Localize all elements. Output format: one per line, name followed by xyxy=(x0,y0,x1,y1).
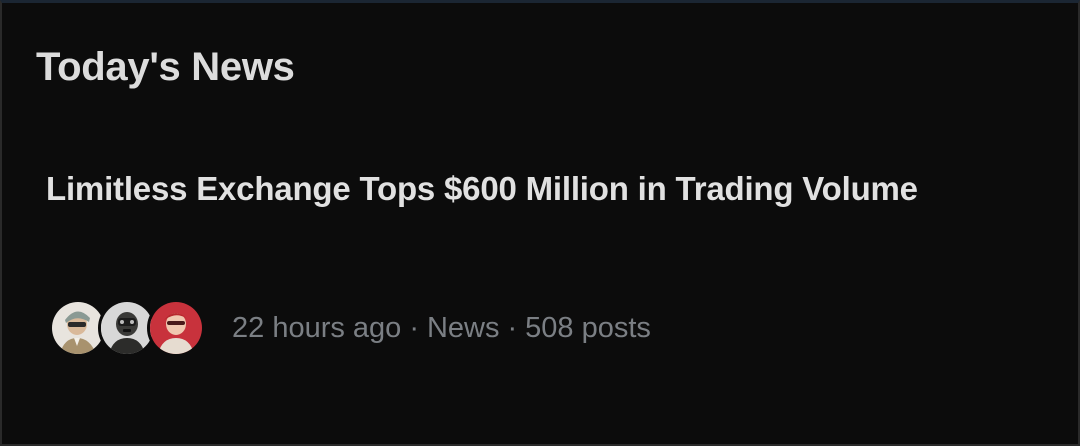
section-title: Today's News xyxy=(36,45,295,89)
story-post-count: 508 posts xyxy=(525,312,651,344)
meta-separator: · xyxy=(409,312,419,344)
avatar-stack xyxy=(49,299,205,357)
avatar xyxy=(147,299,205,357)
story-meta-text: 22 hours ago · News · 508 posts xyxy=(232,299,651,357)
story-time: 22 hours ago xyxy=(232,312,402,344)
meta-separator: · xyxy=(507,312,518,344)
story-category: News xyxy=(426,312,500,344)
story-meta[interactable]: 22 hours ago · News · 508 posts xyxy=(49,299,651,357)
news-panel: Today's News Limitless Exchange Tops $60… xyxy=(0,0,1080,446)
news-story[interactable]: Limitless Exchange Tops $600 Million in … xyxy=(46,165,946,213)
story-headline[interactable]: Limitless Exchange Tops $600 Million in … xyxy=(46,165,946,213)
